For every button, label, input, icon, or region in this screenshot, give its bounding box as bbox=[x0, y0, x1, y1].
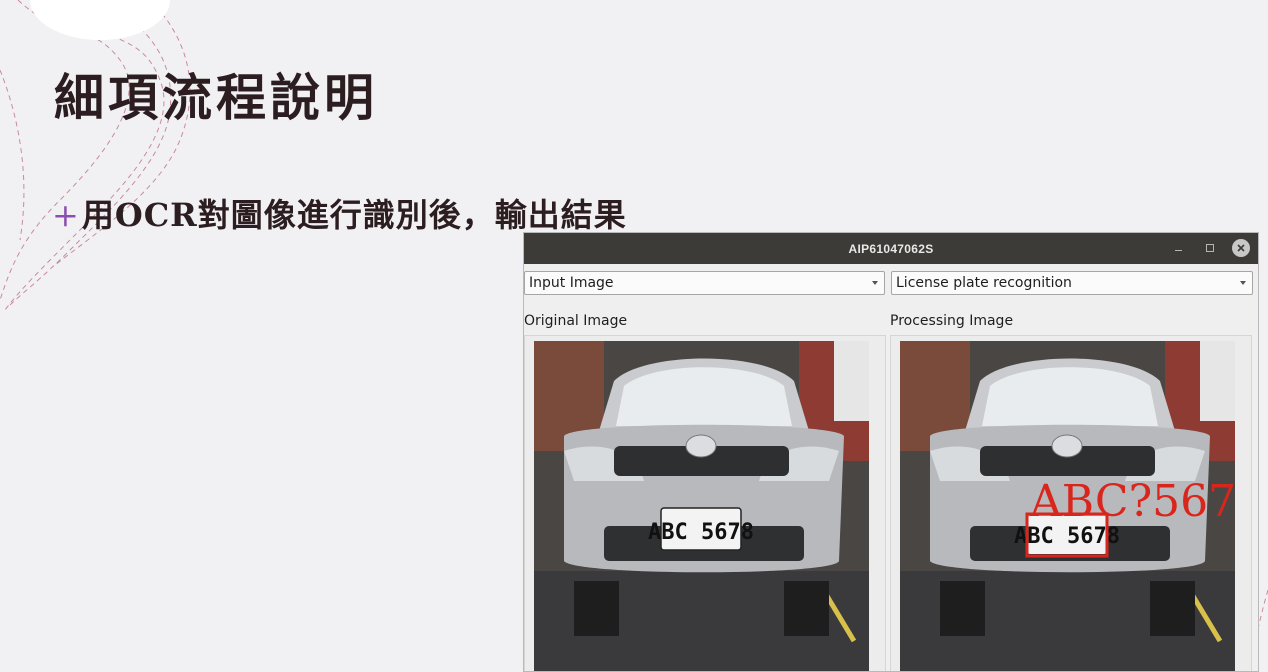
maximize-icon[interactable] bbox=[1200, 238, 1220, 258]
window-controls bbox=[1168, 238, 1250, 258]
chevron-down-icon bbox=[1240, 281, 1246, 285]
chevron-down-icon bbox=[872, 281, 878, 285]
processed-car-image: ABC 5678 ABC?5678 bbox=[900, 341, 1235, 671]
original-car-image: ABC 5678 bbox=[534, 341, 869, 671]
processing-image-label: Processing Image bbox=[890, 313, 1014, 329]
app-window: AIP61047062S Input Image License plate r… bbox=[523, 232, 1259, 672]
original-image-panel: ABC 5678 bbox=[524, 335, 886, 671]
input-source-select[interactable]: Input Image bbox=[524, 271, 885, 295]
bullet-text: 用OCR對圖像進行識別後，輸出結果 bbox=[81, 196, 627, 234]
plate-text: ABC 5678 bbox=[1014, 524, 1120, 549]
bullet-item: +用OCR對圖像進行識別後，輸出結果 bbox=[52, 190, 627, 236]
plate-text: ABC 5678 bbox=[648, 520, 754, 545]
bullet-plus-icon: + bbox=[52, 196, 80, 234]
selector-row: Input Image License plate recognition bbox=[524, 271, 1258, 297]
minimize-icon[interactable] bbox=[1168, 238, 1188, 258]
close-icon[interactable] bbox=[1232, 239, 1250, 257]
input-source-value: Input Image bbox=[529, 275, 614, 291]
original-image-label: Original Image bbox=[524, 313, 628, 329]
processing-image-panel: ABC 5678 ABC?5678 bbox=[890, 335, 1252, 671]
processing-mode-value: License plate recognition bbox=[896, 275, 1072, 291]
slide-title: 細項流程說明 bbox=[54, 68, 378, 127]
processing-mode-select[interactable]: License plate recognition bbox=[891, 271, 1253, 295]
ocr-result-text: ABC?5678 bbox=[1029, 476, 1235, 527]
window-titlebar[interactable]: AIP61047062S bbox=[524, 233, 1258, 264]
window-title: AIP61047062S bbox=[848, 241, 934, 256]
